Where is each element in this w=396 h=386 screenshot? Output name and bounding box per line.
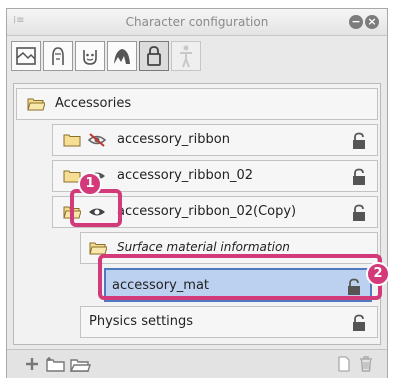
lock-icon[interactable] (351, 204, 367, 222)
eye-hidden-icon[interactable] (87, 132, 107, 148)
bottom-toolbar (7, 349, 387, 378)
lock-icon[interactable] (351, 314, 367, 332)
layer-tree: Accessories accessory_ribbon accessory_r… (13, 83, 381, 345)
face-tab-button[interactable] (75, 41, 105, 71)
new-folder-icon[interactable] (45, 355, 67, 373)
lock-icon[interactable] (351, 168, 367, 186)
add-icon[interactable] (23, 355, 41, 373)
tree-label: Physics settings (89, 314, 194, 329)
head-tab-button[interactable] (43, 41, 73, 71)
tree-label: accessory_ribbon (117, 132, 230, 147)
duplicate-icon[interactable] (335, 355, 353, 373)
callout-highlight-2 (98, 254, 382, 300)
close-icon[interactable]: × (365, 15, 379, 29)
tree-row-accessories[interactable]: Accessories (16, 88, 378, 120)
hair-tab-button[interactable] (107, 41, 137, 71)
character-configuration-panel: ⁞≡ Character configuration − × Accessori… (6, 8, 388, 378)
panel-title: Character configuration (125, 15, 269, 29)
tree-label: Accessories (55, 96, 132, 111)
texture-tab-button[interactable] (11, 41, 41, 71)
tree-row-accessory-ribbon[interactable]: accessory_ribbon (52, 124, 378, 156)
texture-icon (16, 47, 36, 65)
body-icon (180, 45, 192, 68)
lock-icon[interactable] (351, 132, 367, 150)
accessory-icon (147, 46, 161, 66)
folder-open-icon (27, 98, 45, 111)
tree-label: Surface material information (117, 240, 290, 254)
folder-icon (63, 134, 81, 147)
tree-row-physics-settings[interactable]: Physics settings (80, 306, 378, 338)
tree-label: accessory_ribbon_02(Copy) (117, 204, 297, 219)
minimize-icon[interactable]: − (349, 15, 363, 29)
callout-badge-2: 2 (366, 262, 390, 286)
face-icon (83, 50, 97, 65)
callout-highlight-1 (70, 189, 122, 227)
accessory-tab-button[interactable] (139, 41, 169, 71)
body-tab-button[interactable] (171, 41, 201, 71)
tree-label: accessory_ribbon_02 (117, 168, 253, 183)
trash-icon[interactable] (357, 355, 375, 373)
folder-open-icon (89, 242, 107, 255)
callout-badge-1: 1 (78, 172, 102, 196)
hair-icon (114, 49, 130, 64)
head-icon (52, 47, 64, 65)
open-folder-icon[interactable] (69, 355, 91, 373)
title-bar: ⁞≡ Character configuration − × (7, 9, 387, 36)
category-toolbar (11, 41, 385, 75)
